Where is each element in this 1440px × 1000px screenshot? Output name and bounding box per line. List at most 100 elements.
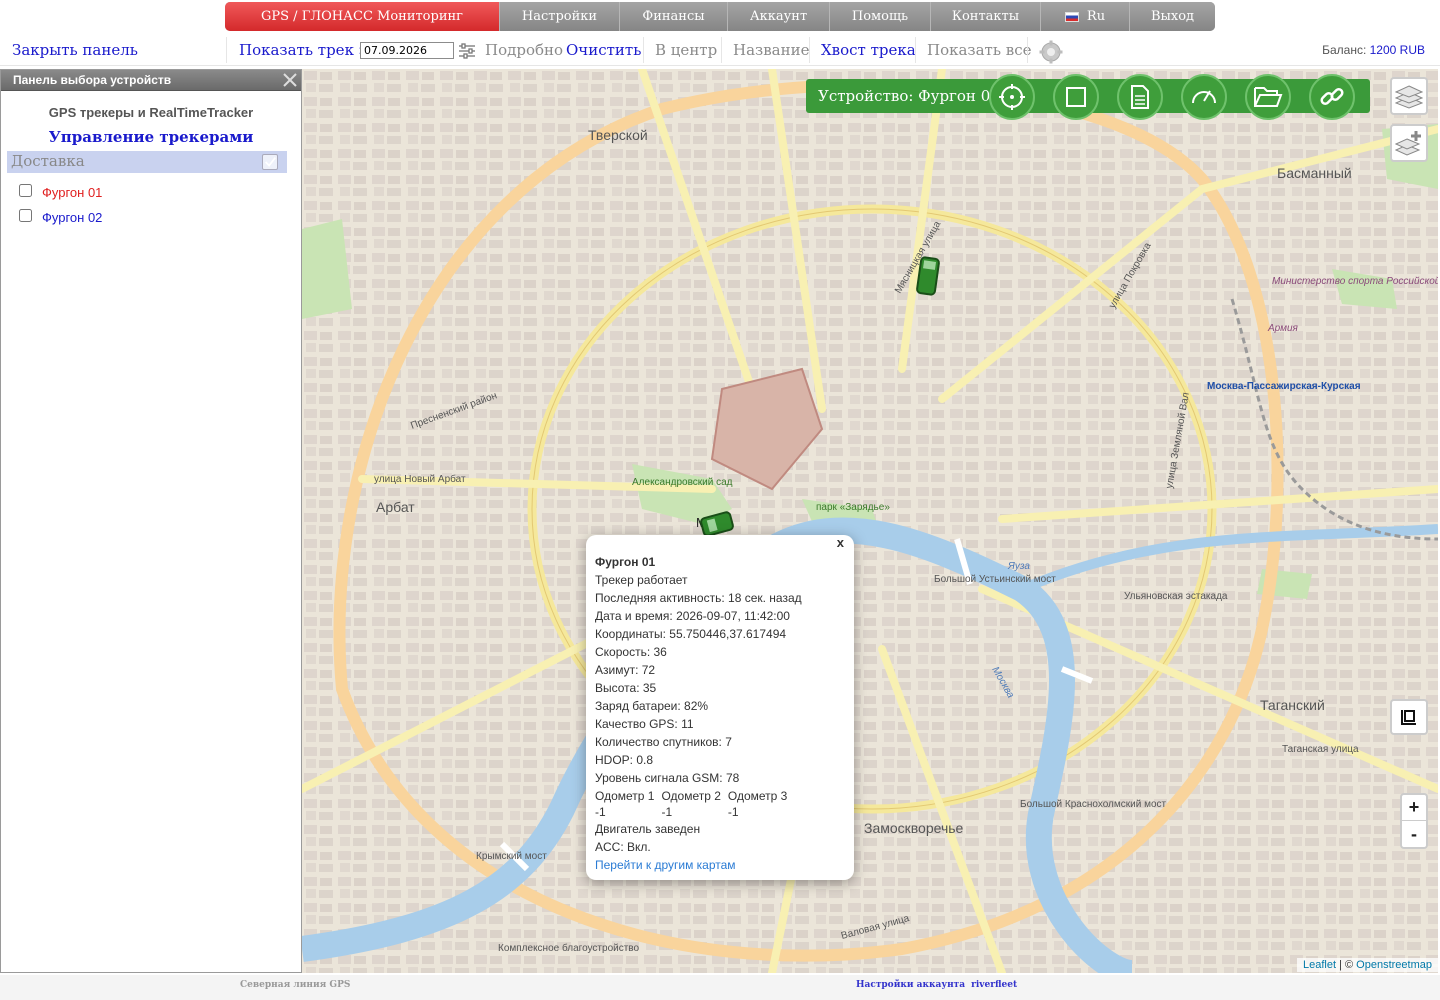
popup-close-button[interactable]: x — [837, 535, 844, 550]
nav-item-account[interactable]: Аккаунт — [728, 2, 830, 31]
panel-subtitle: GPS трекеры и RealTimeTracker — [48, 105, 254, 120]
device-row-van-02[interactable]: Фургон 02 — [19, 204, 301, 229]
panel-title: Панель выбора устройств — [13, 73, 172, 87]
device-checkbox[interactable] — [19, 209, 32, 222]
nav-item-language[interactable]: Ru — [1041, 2, 1130, 31]
nav-item-contacts[interactable]: Контакты — [931, 2, 1041, 31]
map-label: Александровский сад — [632, 477, 733, 488]
device-label[interactable]: Фургон 01 — [42, 185, 102, 200]
gear-icon[interactable] — [1039, 40, 1063, 64]
speedometer-icon — [1192, 90, 1216, 104]
nav-item-monitoring[interactable]: GPS / ГЛОНАСС Мониторинг — [225, 2, 500, 31]
zoom-out-button[interactable]: - — [1402, 821, 1426, 847]
details-link[interactable]: Подробно — [485, 34, 563, 66]
device-selection-panel: Панель выбора устройств GPS трекеры и Re… — [0, 69, 302, 973]
clear-link[interactable]: Очистить — [566, 34, 641, 66]
popup-azimuth: Азимут: 72 — [595, 663, 656, 677]
page-footer: Северная линия GPS Настройки аккаунта riv… — [0, 975, 1440, 1000]
group-checkbox[interactable] — [262, 154, 278, 170]
account-name[interactable]: riverfleet — [971, 980, 1017, 990]
nav-item-settings[interactable]: Настройки — [500, 2, 620, 31]
nav-item-logout[interactable]: Выход — [1130, 2, 1215, 31]
map-label: Министерство спорта Российской Федерации — [1272, 276, 1438, 287]
toolbar-divider — [226, 37, 227, 63]
toolbar-divider — [721, 37, 722, 63]
nav-item-help[interactable]: Помощь — [830, 2, 931, 31]
balance-value[interactable]: 1200 RUB — [1370, 43, 1425, 57]
center-link[interactable]: В центр — [655, 34, 717, 66]
track-date-input[interactable] — [360, 42, 454, 59]
track-tail-link[interactable]: Хвост трека — [821, 34, 916, 66]
other-maps-link[interactable]: Перейти к другим картам — [595, 858, 736, 872]
stop-button[interactable] — [1053, 74, 1099, 120]
map-label: Армия — [1267, 323, 1299, 334]
popup-gsm: Уровень сигнала GSM: 78 — [595, 771, 740, 785]
layers-button[interactable] — [1390, 77, 1428, 115]
map-label: Басманный — [1277, 165, 1352, 181]
odometer-3: Одометр 3 -1 — [728, 788, 787, 820]
account-settings-link[interactable]: Настройки аккаунта — [856, 980, 965, 990]
map-label: Яуза — [1007, 561, 1030, 572]
map-tiles[interactable]: Тверской Басманный Арбат Замоскворечье Т… — [302, 69, 1438, 973]
odometer-2: Одометр 2 -1 — [661, 788, 720, 820]
popup-satellites: Количество спутников: 7 — [595, 735, 732, 749]
link-button[interactable] — [1309, 74, 1355, 120]
show-all-link[interactable]: Показать все — [927, 34, 1032, 66]
show-track-label[interactable]: Показать трек за — [239, 34, 376, 66]
nav-label: Финансы — [642, 9, 705, 24]
map-toolbar: Закрыть панель Показать трек за Подробно… — [0, 34, 1440, 66]
map-view[interactable]: Тверской Басманный Арбат Замоскворечье Т… — [302, 69, 1438, 973]
device-checkbox[interactable] — [19, 184, 32, 197]
device-info-popup: x Фургон 01 Трекер работает Последняя ак… — [586, 535, 854, 880]
add-layer-button[interactable] — [1390, 124, 1428, 162]
toolbar-divider — [1027, 37, 1028, 63]
locate-button[interactable] — [989, 74, 1035, 120]
map-attribution: Leaflet | © Openstreetmap — [1297, 958, 1438, 972]
toolbar-divider — [809, 37, 810, 63]
fullscreen-icon — [1401, 710, 1416, 725]
fullscreen-button[interactable] — [1390, 699, 1428, 735]
map-label: Москва-Пассажирская-Курская — [1207, 381, 1361, 392]
name-link[interactable]: Название — [733, 34, 809, 66]
map-label: Большой Краснохолмский мост — [1020, 799, 1167, 810]
zoom-in-button[interactable]: + — [1402, 795, 1426, 821]
group-row-delivery[interactable]: Доставка — [7, 151, 287, 173]
nav-label: Настройки — [521, 9, 598, 24]
map-label: Арбат — [376, 499, 415, 515]
speed-button[interactable] — [1181, 74, 1227, 120]
report-icon — [1131, 85, 1149, 109]
footer-account: Настройки аккаунта riverfleet — [856, 980, 1017, 990]
odometer-table: Одометр 1 -1 Одометр 2 -1 Одометр 3 -1 — [595, 788, 845, 820]
device-label[interactable]: Фургон 02 — [42, 210, 102, 225]
openstreetmap-link[interactable]: Openstreetmap — [1356, 959, 1432, 971]
report-button[interactable] — [1117, 74, 1163, 120]
nav-label: Аккаунт — [749, 9, 808, 24]
balance-info: Баланс: 1200 RUB — [1322, 43, 1425, 57]
device-bar-title: Устройство: Фургон 01 — [818, 87, 1000, 105]
nav-label: Помощь — [851, 9, 909, 24]
top-navigation: GPS / ГЛОНАСС Мониторинг Настройки Финан… — [225, 2, 1215, 31]
attribution-separator: | © — [1336, 959, 1357, 971]
popup-title: Фургон 01 — [595, 555, 656, 569]
manage-trackers-link[interactable]: Управление трекерами — [1, 128, 301, 146]
popup-engine: Двигатель заведен — [595, 822, 701, 836]
group-label: Доставка — [11, 152, 85, 170]
leaflet-link[interactable]: Leaflet — [1303, 959, 1336, 971]
flag-ru-icon — [1064, 11, 1079, 22]
vehicle-marker-van-02[interactable] — [916, 256, 940, 296]
open-folder-button[interactable] — [1245, 74, 1291, 120]
popup-status: Трекер работает — [595, 573, 688, 587]
layers-icon — [1395, 85, 1423, 109]
popup-acc: ACC: Вкл. — [595, 840, 651, 854]
popup-altitude: Высота: 35 — [595, 681, 657, 695]
nav-item-finance[interactable]: Финансы — [620, 2, 728, 31]
nav-label: Ru — [1086, 9, 1106, 24]
filter-settings-icon[interactable] — [458, 42, 476, 59]
close-panel-link[interactable]: Закрыть панель — [12, 34, 138, 66]
map-label: парк «Зарядье» — [816, 502, 890, 513]
balance-label: Баланс: — [1322, 43, 1367, 57]
popup-battery: Заряд батареи: 82% — [595, 699, 709, 713]
close-icon[interactable] — [281, 71, 299, 89]
odometer-1: Одометр 1 -1 — [595, 788, 654, 820]
device-row-van-01[interactable]: Фургон 01 — [19, 179, 301, 204]
